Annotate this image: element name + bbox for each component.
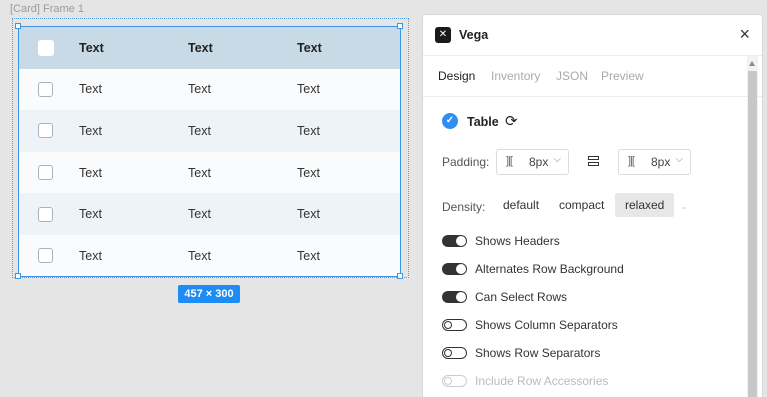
vertical-padding-icon: ]|[: [628, 155, 635, 167]
tab-design[interactable]: Design: [438, 69, 475, 83]
data-table: Text Text Text Text Text Text Text Text …: [19, 27, 400, 276]
select-all-checkbox[interactable]: [38, 39, 54, 56]
vega-logo-icon: ✕: [435, 27, 451, 43]
table-cell: Text: [79, 207, 102, 222]
toggle-shows-column-separators[interactable]: [442, 319, 467, 331]
toggle-label: Shows Row Separators: [475, 346, 601, 360]
toggle-label: Shows Column Separators: [475, 318, 618, 332]
table-cell: Text: [79, 123, 102, 138]
table-header-row: Text Text Text: [19, 27, 400, 69]
padding-label: Padding:: [442, 155, 490, 169]
table-cell: Text: [297, 123, 320, 138]
column-header: Text: [188, 40, 213, 55]
sync-icon[interactable]: ⟳: [505, 112, 518, 130]
resize-handle-top-left[interactable]: [15, 23, 21, 29]
frame-label: [Card] Frame 1: [10, 3, 84, 15]
table-cell: Text: [188, 165, 211, 180]
vega-plugin-panel: ✕ Vega × Design Inventory JSON Preview ✓…: [422, 14, 763, 397]
scrollbar-thumb[interactable]: [748, 71, 757, 397]
table-row[interactable]: Text Text Text: [19, 234, 400, 276]
toggle-label: Can Select Rows: [475, 290, 568, 304]
density-option-default[interactable]: default: [493, 193, 549, 217]
close-icon[interactable]: ×: [739, 24, 750, 44]
row-checkbox[interactable]: [38, 206, 53, 222]
toggle-can-select-rows[interactable]: [442, 291, 467, 303]
table-cell: Text: [188, 123, 211, 138]
density-option-compact[interactable]: compact: [549, 193, 614, 217]
panel-header: ✕ Vega ×: [423, 15, 762, 56]
table-cell: Text: [79, 165, 102, 180]
row-checkbox[interactable]: [38, 123, 53, 139]
column-header: Text: [297, 40, 322, 55]
component-name: Table: [467, 115, 499, 129]
table-row[interactable]: Text Text Text: [19, 151, 400, 194]
density-label: Density:: [442, 200, 486, 214]
density-trailing-dash: -: [682, 200, 686, 214]
panel-tabs: Design Inventory JSON Preview: [423, 56, 762, 97]
resize-handle-bottom-left[interactable]: [15, 273, 21, 279]
table-cell: Text: [79, 248, 102, 263]
toggle-label: Alternates Row Background: [475, 262, 624, 276]
table-cell: Text: [297, 207, 320, 222]
scrollbar[interactable]: [747, 56, 758, 397]
tab-preview[interactable]: Preview: [601, 69, 644, 83]
tab-json[interactable]: JSON: [556, 69, 588, 83]
table-cell: Text: [188, 248, 211, 263]
row-checkbox[interactable]: [38, 81, 53, 97]
toggle-include-row-accessories: [442, 375, 467, 387]
horizontal-padding-select[interactable]: ]|[ 8px ⌵: [496, 149, 569, 175]
checkmark-badge-icon: ✓: [442, 113, 458, 129]
chevron-down-icon: ⌵: [675, 154, 683, 165]
toggle-alternates-row-background[interactable]: [442, 263, 467, 275]
vertical-spacing-icon[interactable]: [588, 156, 599, 169]
tab-inventory[interactable]: Inventory: [491, 69, 540, 83]
table-row[interactable]: Text Text Text: [19, 110, 400, 152]
vertical-padding-value: 8px: [651, 155, 671, 169]
resize-handle-top-right[interactable]: [397, 23, 403, 29]
row-checkbox[interactable]: [38, 165, 53, 181]
vertical-padding-select[interactable]: ]|[ 8px ⌵: [618, 149, 691, 175]
scroll-up-arrow-icon[interactable]: [749, 61, 755, 66]
table-cell: Text: [79, 82, 102, 97]
table-cell: Text: [188, 82, 211, 97]
column-header: Text: [79, 40, 104, 55]
dimension-badge: 457 × 300: [178, 285, 240, 303]
table-cell: Text: [188, 207, 211, 222]
resize-handle-bottom-right[interactable]: [397, 273, 403, 279]
table-cell: Text: [297, 248, 320, 263]
panel-title: Vega: [459, 28, 489, 42]
chevron-down-icon: ⌵: [553, 154, 561, 165]
toggle-label: Include Row Accessories: [475, 374, 609, 388]
toggle-shows-row-separators[interactable]: [442, 347, 467, 359]
density-option-relaxed[interactable]: relaxed: [615, 193, 675, 217]
table-card[interactable]: Text Text Text Text Text Text Text Text …: [18, 26, 401, 277]
table-row[interactable]: Text Text Text: [19, 193, 400, 235]
horizontal-padding-value: 8px: [529, 155, 549, 169]
table-row[interactable]: Text Text Text: [19, 68, 400, 111]
table-cell: Text: [297, 165, 320, 180]
toggle-label: Shows Headers: [475, 234, 560, 248]
table-cell: Text: [297, 82, 320, 97]
horizontal-padding-icon: ]|[: [506, 155, 513, 167]
toggle-shows-headers[interactable]: [442, 235, 467, 247]
row-checkbox[interactable]: [38, 248, 53, 264]
